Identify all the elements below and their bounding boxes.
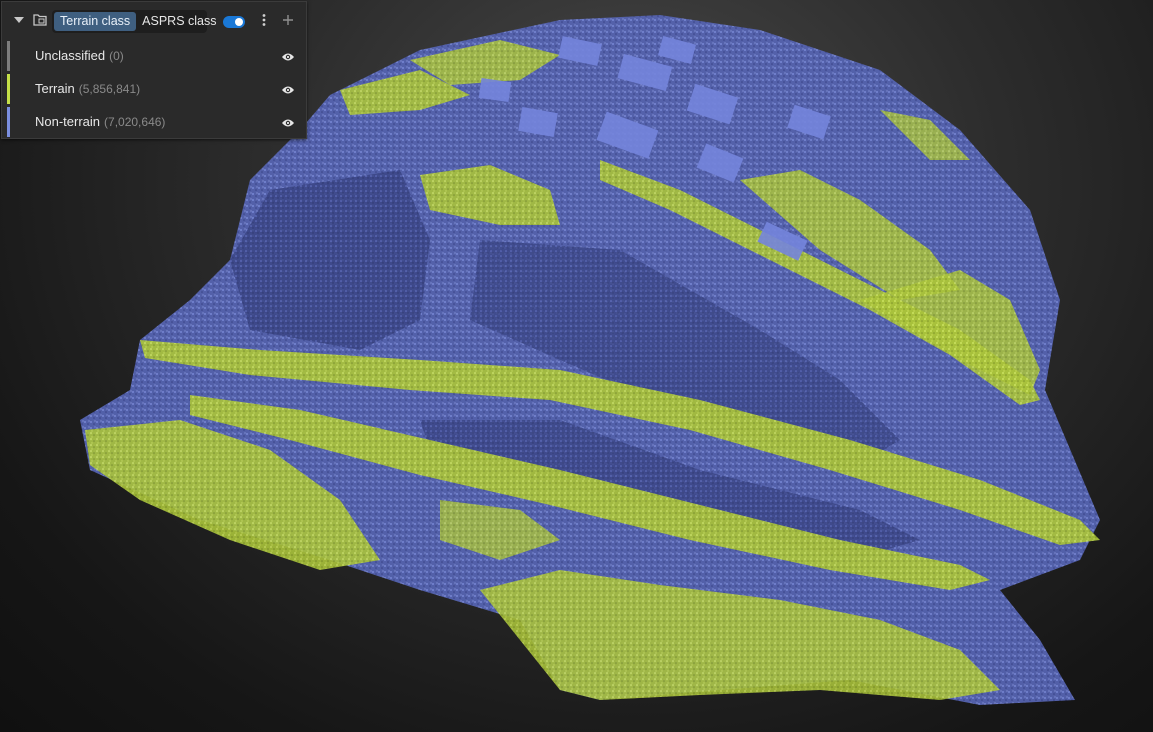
- classification-panel: Terrain class ASPRS class Unclassified (0…: [1, 1, 307, 139]
- class-count: (5,856,841): [78, 82, 141, 96]
- tab-asprs-class[interactable]: ASPRS class: [136, 12, 222, 31]
- eye-icon[interactable]: [281, 50, 295, 62]
- class-scheme-switch: Terrain class ASPRS class: [52, 10, 217, 33]
- folder-icon[interactable]: [32, 13, 48, 27]
- eye-icon[interactable]: [281, 116, 295, 128]
- class-row-unclassified[interactable]: Unclassified (0): [2, 40, 306, 72]
- panel-toolbar: Terrain class ASPRS class: [2, 2, 306, 38]
- class-row-non-terrain[interactable]: Non-terrain (7,020,646): [2, 106, 306, 138]
- tab-terrain-class[interactable]: Terrain class: [54, 12, 137, 31]
- plus-icon[interactable]: [281, 13, 295, 27]
- class-row-terrain[interactable]: Terrain (5,856,841): [2, 73, 306, 105]
- class-label: Terrain: [35, 81, 75, 96]
- class-label: Unclassified: [35, 48, 106, 63]
- class-color-swatch: [7, 107, 10, 137]
- class-color-swatch: [7, 41, 10, 71]
- more-vertical-icon[interactable]: [257, 13, 271, 27]
- chevron-down-icon[interactable]: [12, 13, 26, 27]
- class-count: (7,020,646): [104, 115, 166, 129]
- toggle-knob: [235, 18, 243, 26]
- class-label: Non-terrain: [35, 114, 101, 129]
- visibility-toggle[interactable]: [223, 16, 245, 28]
- class-color-swatch: [7, 74, 10, 104]
- class-count: (0): [109, 49, 124, 63]
- eye-icon[interactable]: [281, 83, 295, 95]
